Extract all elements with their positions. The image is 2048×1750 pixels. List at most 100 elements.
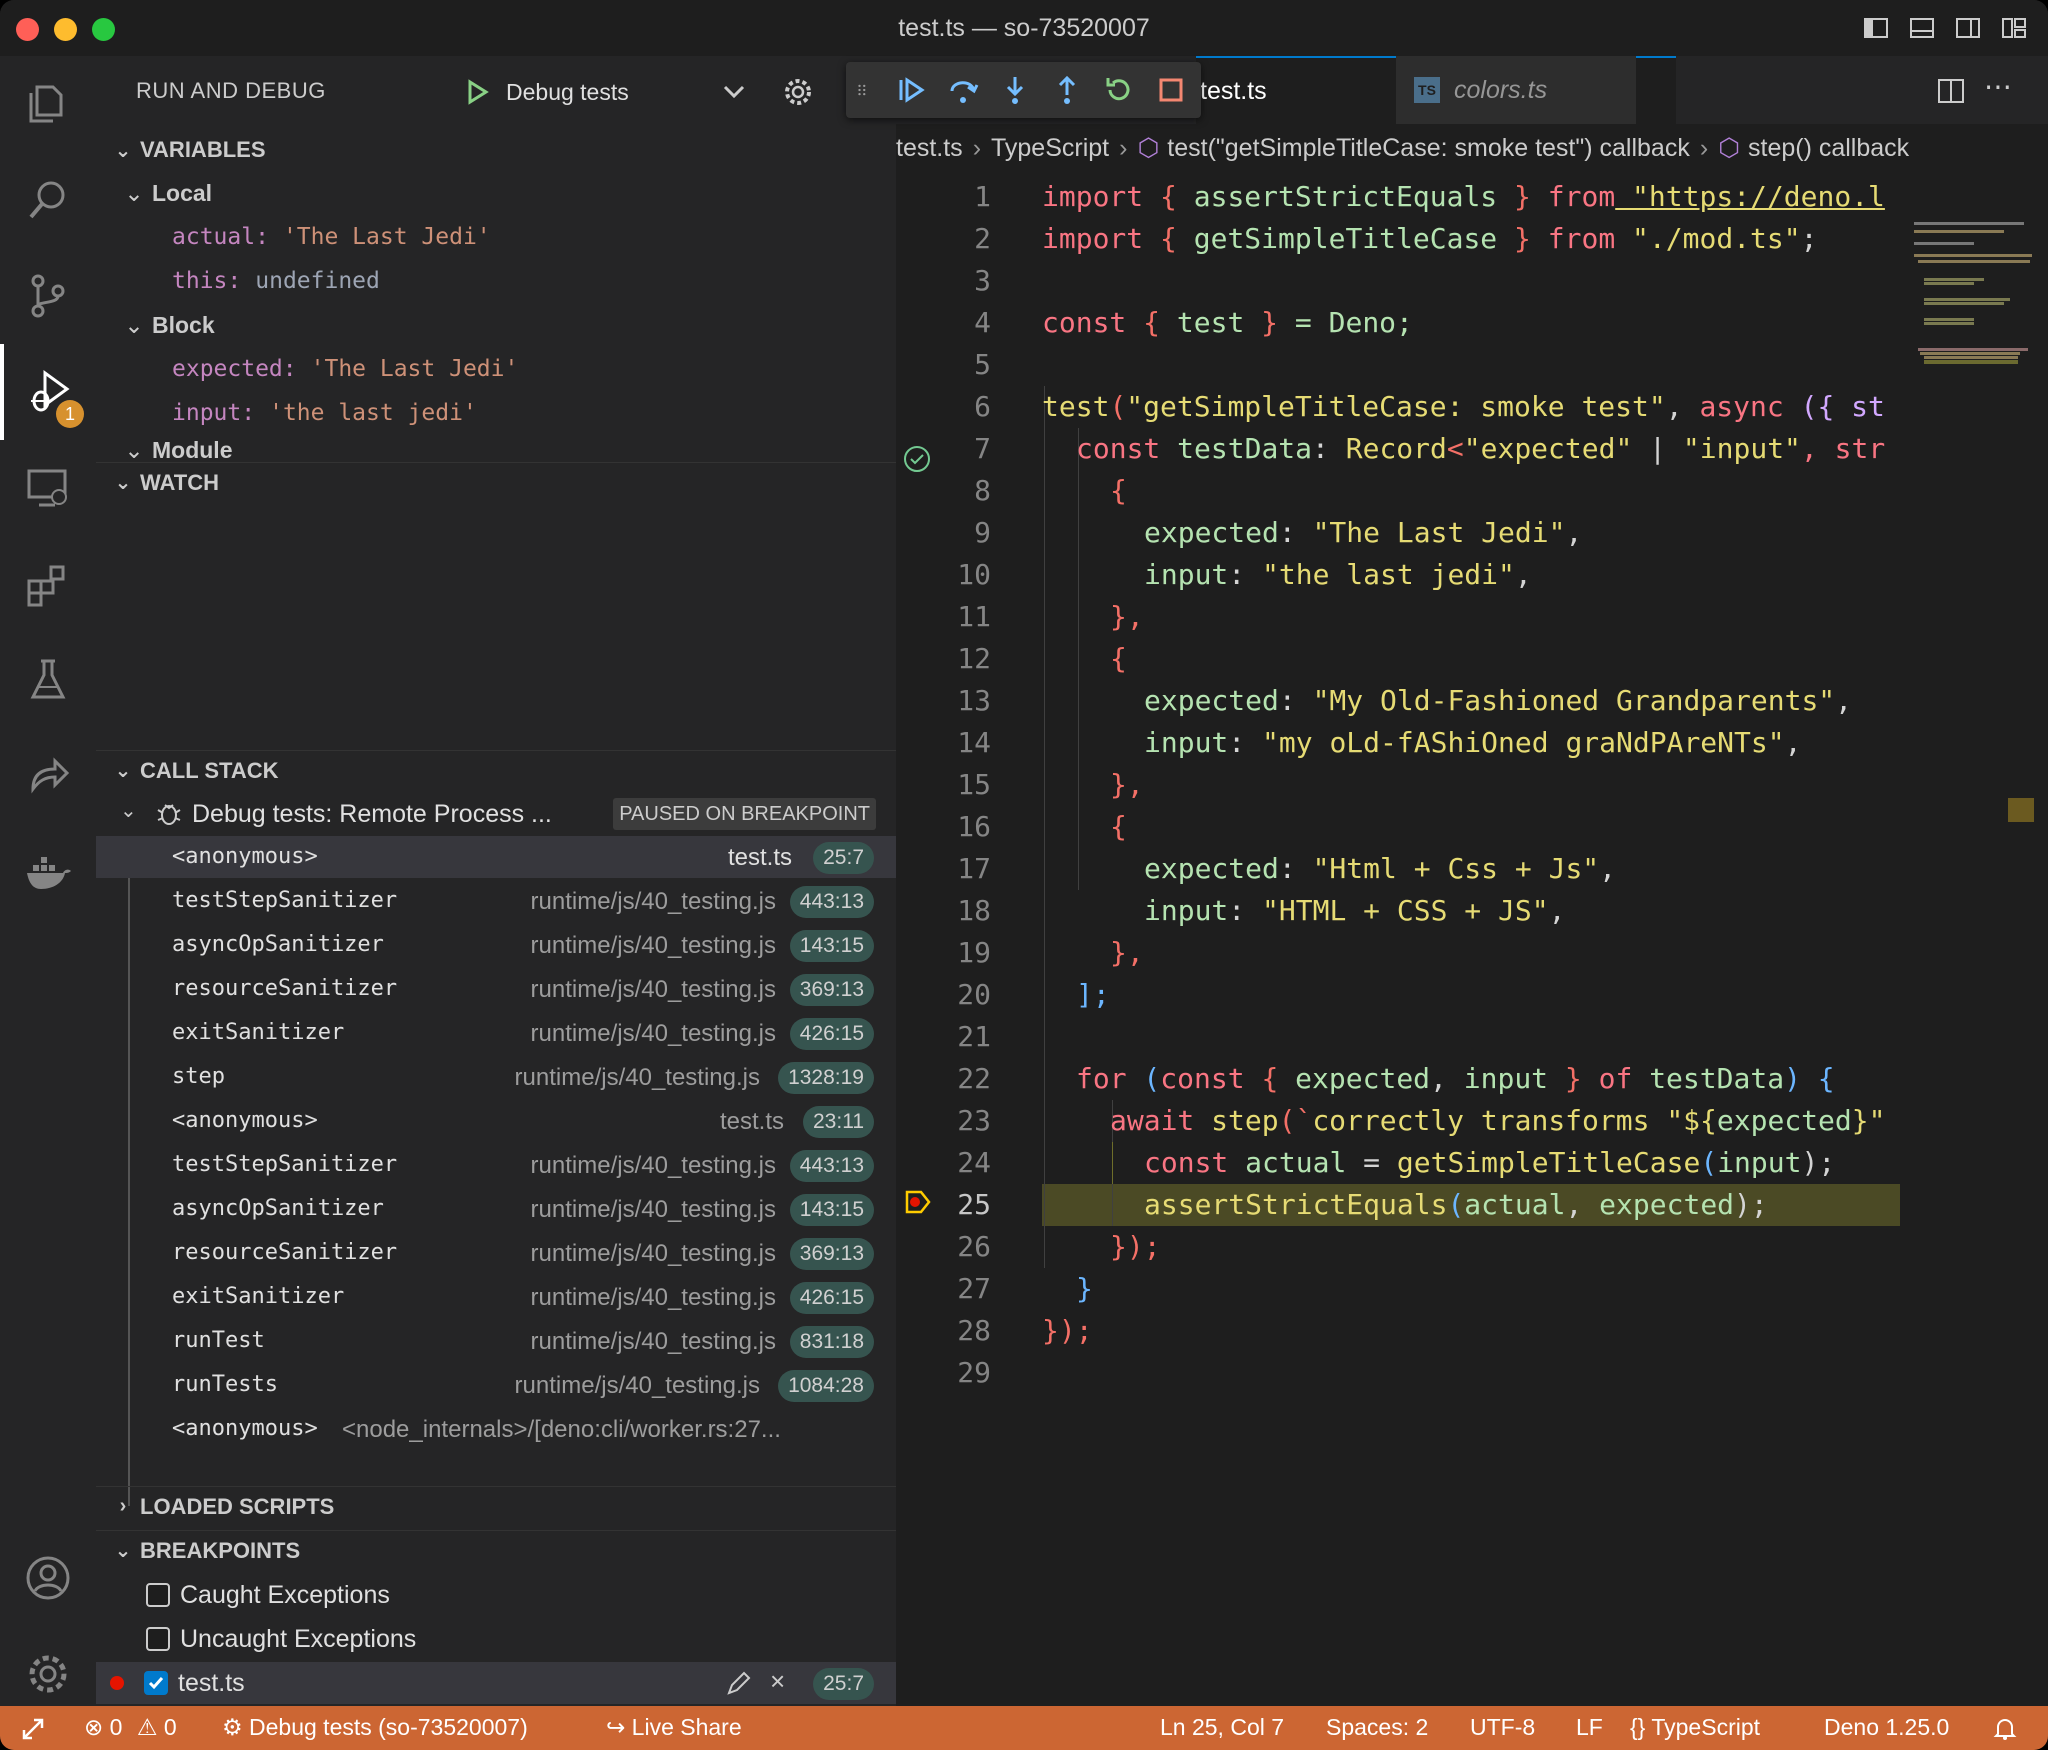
edit-breakpoint-icon[interactable] bbox=[724, 1670, 752, 1698]
token: : bbox=[1278, 684, 1313, 717]
breakpoint-uncaught-exceptions[interactable]: Uncaught Exceptions bbox=[96, 1618, 896, 1660]
debug-config-select[interactable]: Debug tests bbox=[466, 74, 766, 110]
drag-handle-icon[interactable] bbox=[856, 73, 876, 107]
call-stack-section-header[interactable]: ⌄ CALL STACK bbox=[96, 750, 896, 790]
stack-frame-row[interactable]: testStepSanitizer runtime/js/40_testing.… bbox=[96, 880, 896, 922]
line-number: 21 bbox=[957, 1020, 991, 1053]
loaded-scripts-section-header[interactable]: › LOADED SCRIPTS bbox=[96, 1486, 896, 1526]
caught-exceptions-checkbox[interactable] bbox=[146, 1583, 170, 1607]
stack-frame-file: runtime/js/40_testing.js bbox=[530, 932, 776, 959]
toggle-primary-sidebar-icon[interactable] bbox=[1862, 14, 1890, 42]
remove-breakpoint-icon[interactable]: × bbox=[770, 1666, 785, 1697]
tab-colors-ts[interactable]: TS colors.ts bbox=[1396, 56, 1636, 124]
scope-block[interactable]: ⌄ Block bbox=[96, 304, 896, 346]
breakpoints-section-header[interactable]: ⌄ BREAKPOINTS bbox=[96, 1530, 896, 1570]
stack-frame-file: runtime/js/40_testing.js bbox=[530, 1284, 776, 1311]
stack-frame-row[interactable]: exitSanitizer runtime/js/40_testing.js 4… bbox=[96, 1012, 896, 1054]
step-over-icon[interactable] bbox=[946, 73, 980, 107]
stack-frame-row[interactable]: step runtime/js/40_testing.js 1328:19 bbox=[96, 1056, 896, 1098]
code-line: 20]; bbox=[896, 974, 1896, 1016]
docker-icon[interactable] bbox=[0, 824, 96, 920]
restart-icon[interactable] bbox=[1102, 73, 1136, 107]
variable-row[interactable]: actual: 'The Last Jedi' bbox=[96, 216, 896, 258]
indentation[interactable]: Spaces: 2 bbox=[1326, 1714, 1428, 1741]
problems-status[interactable]: ⊗ 0 ⚠ 0 bbox=[84, 1714, 177, 1741]
toggle-panel-icon[interactable] bbox=[1908, 14, 1936, 42]
source-control-icon[interactable] bbox=[0, 248, 96, 344]
breakpoints-header-label: BREAKPOINTS bbox=[140, 1537, 301, 1563]
token: , str bbox=[1800, 432, 1886, 465]
variable-row[interactable]: this: undefined bbox=[96, 260, 896, 302]
code-line: 13 expected: "My Old-Fashioned Grandparen… bbox=[896, 680, 1896, 722]
uncaught-exceptions-checkbox[interactable] bbox=[146, 1627, 170, 1651]
minimap[interactable] bbox=[1904, 168, 2034, 1706]
token: { bbox=[1143, 180, 1194, 213]
variable-name: expected: bbox=[172, 356, 297, 382]
search-icon[interactable] bbox=[0, 152, 96, 248]
end-of-line[interactable]: LF bbox=[1576, 1714, 1603, 1741]
stack-frame-file: runtime/js/40_testing.js bbox=[530, 976, 776, 1003]
stack-frame-row[interactable]: runTests runtime/js/40_testing.js 1084:2… bbox=[96, 1364, 896, 1406]
continue-icon[interactable] bbox=[894, 73, 928, 107]
encoding[interactable]: UTF-8 bbox=[1470, 1714, 1535, 1741]
scope-local[interactable]: ⌄ Local bbox=[96, 172, 896, 214]
start-debugging-icon[interactable] bbox=[466, 79, 490, 105]
account-icon[interactable] bbox=[0, 1530, 96, 1626]
variables-section-header[interactable]: ⌄ VARIABLES bbox=[96, 130, 896, 170]
stack-frame-row[interactable]: <anonymous> test.ts 25:7 bbox=[96, 836, 896, 878]
notifications-bell-icon[interactable] bbox=[1992, 1716, 2018, 1742]
thread-row[interactable]: ⌄ Debug tests: Remote Process ... PAUSED… bbox=[96, 792, 896, 834]
code-line: 4 const { test } = Deno; bbox=[896, 302, 1896, 344]
stack-frame-name: exitSanitizer bbox=[172, 1020, 345, 1045]
remote-explorer-icon[interactable] bbox=[0, 440, 96, 536]
breadcrumb-item[interactable]: test.ts bbox=[896, 134, 963, 163]
token: from bbox=[1547, 180, 1616, 213]
stop-icon[interactable] bbox=[1154, 73, 1188, 107]
more-actions-icon[interactable]: ⋯ bbox=[1984, 70, 2012, 103]
watch-section-header[interactable]: ⌄ WATCH bbox=[96, 462, 896, 502]
breakpoint-caught-exceptions[interactable]: Caught Exceptions bbox=[96, 1574, 896, 1616]
token: test bbox=[1176, 306, 1245, 339]
customize-layout-icon[interactable] bbox=[2000, 14, 2028, 42]
cursor-position[interactable]: Ln 25, Col 7 bbox=[1160, 1714, 1284, 1741]
step-out-icon[interactable] bbox=[1050, 73, 1084, 107]
breakpoint-test-ts[interactable]: test.ts × 25:7 bbox=[96, 1662, 896, 1704]
breadcrumb-item[interactable]: test("getSimpleTitleCase: smoke test") c… bbox=[1167, 134, 1690, 163]
run-debug-icon[interactable]: 1 bbox=[0, 344, 96, 440]
stack-frame-row[interactable]: <anonymous> test.ts 23:11 bbox=[96, 1100, 896, 1142]
scope-block-label: Block bbox=[152, 311, 215, 338]
token: for bbox=[1076, 1062, 1127, 1095]
stack-frame-row[interactable]: resourceSanitizer runtime/js/40_testing.… bbox=[96, 1232, 896, 1274]
stack-frame-position: 143:15 bbox=[789, 1194, 874, 1226]
chevron-down-icon[interactable] bbox=[722, 82, 746, 102]
stack-frame-row[interactable]: exitSanitizer runtime/js/40_testing.js 4… bbox=[96, 1276, 896, 1318]
live-share-status[interactable]: ↪ Live Share bbox=[606, 1714, 742, 1741]
variable-row[interactable]: input: 'the last jedi' bbox=[96, 392, 896, 434]
open-launch-json-gear-icon[interactable] bbox=[782, 76, 814, 108]
stack-frame-row[interactable]: testStepSanitizer runtime/js/40_testing.… bbox=[96, 1144, 896, 1186]
debug-session-status[interactable]: ⚙ Debug tests (so-73520007) bbox=[222, 1714, 528, 1741]
breadcrumb-item[interactable]: TypeScript bbox=[991, 134, 1109, 163]
stack-frame-row[interactable]: <anonymous> <node_internals>/[deno:cli/w… bbox=[96, 1408, 896, 1450]
stack-frame-row[interactable]: resourceSanitizer runtime/js/40_testing.… bbox=[96, 968, 896, 1010]
stack-frame-row[interactable]: runTest runtime/js/40_testing.js 831:18 bbox=[96, 1320, 896, 1362]
remote-indicator-icon[interactable] bbox=[20, 1716, 48, 1742]
step-into-icon[interactable] bbox=[998, 73, 1032, 107]
layout-controls bbox=[1862, 14, 2028, 42]
stack-frame-file: runtime/js/40_testing.js bbox=[530, 1152, 776, 1179]
variable-row[interactable]: expected: 'The Last Jedi' bbox=[96, 348, 896, 390]
breakpoint-enabled-checkbox[interactable] bbox=[144, 1671, 168, 1695]
testing-icon[interactable] bbox=[0, 632, 96, 728]
explorer-icon[interactable] bbox=[0, 56, 96, 152]
live-share-icon[interactable] bbox=[0, 728, 96, 824]
language-mode[interactable]: {} TypeScript bbox=[1630, 1714, 1760, 1741]
split-editor-icon[interactable] bbox=[1936, 76, 1966, 106]
deno-version[interactable]: Deno 1.25.0 bbox=[1824, 1714, 1949, 1741]
toggle-secondary-sidebar-icon[interactable] bbox=[1954, 14, 1982, 42]
stack-frame-row[interactable]: asyncOpSanitizer runtime/js/40_testing.j… bbox=[96, 924, 896, 966]
stack-frame-name: <anonymous> bbox=[172, 1416, 318, 1441]
breadcrumb-item[interactable]: step() callback bbox=[1748, 134, 1909, 163]
stack-frame-row[interactable]: asyncOpSanitizer runtime/js/40_testing.j… bbox=[96, 1188, 896, 1230]
code-editor[interactable]: 1 import { assertStrictEquals } from "htt… bbox=[896, 176, 1900, 1426]
extensions-icon[interactable] bbox=[0, 536, 96, 632]
